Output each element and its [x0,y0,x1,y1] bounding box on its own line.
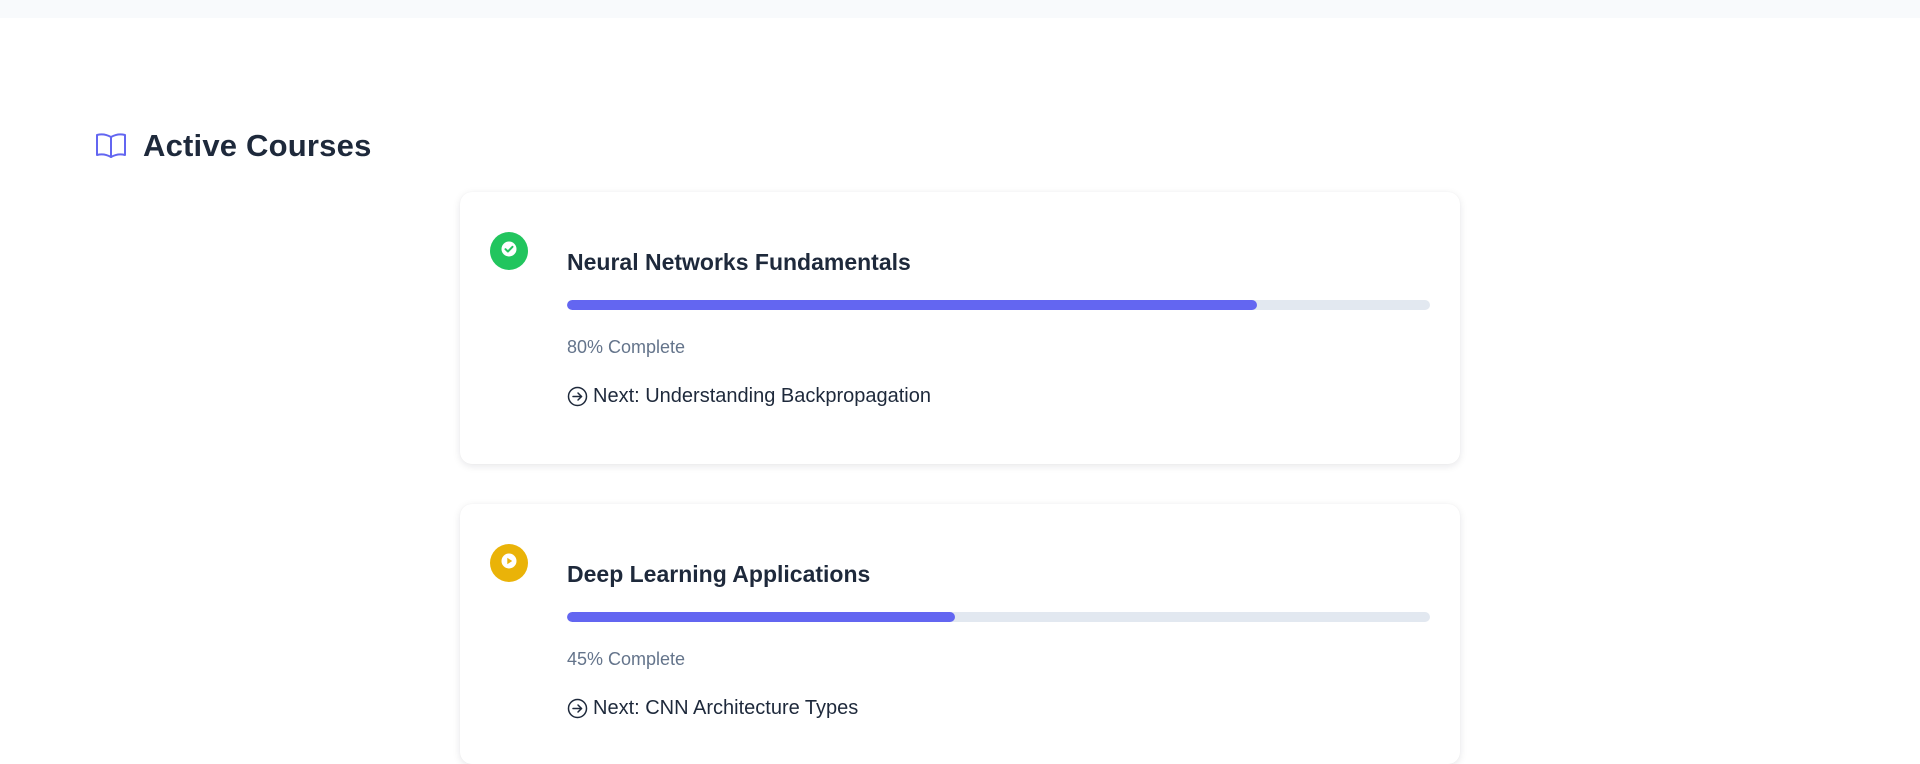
arrow-circle-right-icon [567,386,588,407]
next-lesson-link[interactable]: Next: CNN Architecture Types [567,696,1430,720]
course-title[interactable]: Deep Learning Applications [567,560,1430,588]
course-card[interactable]: Neural Networks Fundamentals 80% Complet… [460,192,1460,464]
top-bar [0,0,1920,18]
arrow-circle-right-icon [567,698,588,719]
next-lesson-label: Next: Understanding Backpropagation [593,385,931,407]
status-badge-completed [490,232,528,270]
progress-bar [567,300,1430,310]
progress-fill [567,300,1258,310]
book-open-icon [94,129,128,163]
next-lesson-link[interactable]: Next: Understanding Backpropagation [567,384,1430,408]
progress-bar [567,612,1430,622]
play-icon [500,552,518,575]
next-lesson-label: Next: CNN Architecture Types [593,697,859,719]
status-badge-in-progress [490,544,528,582]
course-card[interactable]: Deep Learning Applications 45% Complete … [460,504,1460,764]
check-icon [500,240,518,263]
course-title[interactable]: Neural Networks Fundamentals [567,248,1430,276]
progress-fill [567,612,956,622]
progress-text: 80% Complete [567,337,686,357]
section-title: Active Courses [143,128,372,163]
progress-text: 45% Complete [567,649,686,669]
section-header: Active Courses [94,126,372,166]
